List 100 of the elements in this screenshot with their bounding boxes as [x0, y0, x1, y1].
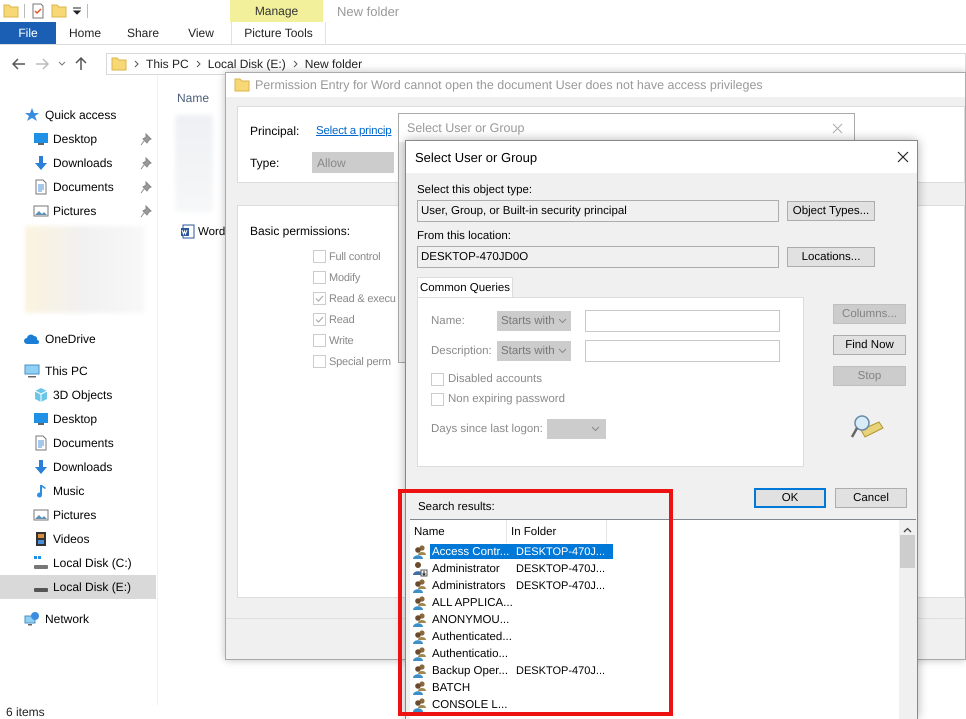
checkbox-label: Full control: [329, 250, 380, 263]
breadcrumb[interactable]: This PC: [146, 57, 189, 71]
result-row[interactable]: Administrator DESKTOP-470J...: [430, 561, 613, 576]
nav-item[interactable]: Pictures: [0, 503, 156, 527]
nav-item[interactable]: Downloads: [0, 455, 156, 479]
ribbon-tab[interactable]: Picture Tools: [231, 22, 326, 44]
picture-icon: [33, 507, 49, 523]
nav-item[interactable]: This PC: [0, 359, 156, 383]
nav-item[interactable]: Downloads: [0, 151, 156, 175]
table-cell-text: Backup Oper...: [431, 664, 510, 676]
ribbon-tab[interactable]: Home: [56, 22, 114, 44]
checkbox[interactable]: [313, 271, 326, 284]
object-types-button[interactable]: Object Types...: [787, 201, 875, 221]
ribbon-tab[interactable]: View: [172, 22, 230, 44]
column-header[interactable]: Name: [410, 520, 507, 543]
result-row[interactable]: Administrators DESKTOP-470J...: [430, 578, 613, 593]
nav-item[interactable]: 3D Objects: [0, 383, 156, 407]
folder-icon: [51, 3, 67, 19]
object-type-field[interactable]: User, Group, or Built-in security principal: [417, 200, 779, 222]
result-row[interactable]: BATCH: [430, 680, 613, 695]
field-label: Description:: [431, 345, 493, 357]
column-header[interactable]: Name: [177, 91, 210, 105]
status-text: 6 items: [5, 705, 46, 719]
people-icon: [412, 696, 428, 712]
down-arrow-icon: [33, 155, 49, 171]
checkbox[interactable]: [313, 355, 326, 368]
dropdown-caret-icon: [72, 6, 82, 16]
query-tab[interactable]: Common Queries: [417, 277, 513, 297]
checkbox-label: Modify: [329, 272, 360, 284]
locations-button[interactable]: Locations...: [787, 247, 875, 267]
checkbox[interactable]: [313, 292, 326, 306]
result-row[interactable]: ANONYMOU...: [430, 612, 613, 627]
back-arrow-icon: [12, 58, 26, 70]
drive-icon: [33, 555, 49, 571]
scroll-thumb[interactable]: [900, 535, 915, 568]
result-row[interactable]: ALL APPLICA...: [430, 595, 613, 610]
nav-item[interactable]: Videos: [0, 527, 156, 551]
people-icon: [412, 680, 428, 696]
folder-icon: [111, 56, 127, 72]
checkbox-label: Non expiring password: [448, 393, 565, 405]
word-document-icon: [180, 224, 195, 239]
side-button[interactable]: Find Now: [833, 335, 906, 355]
caret-icon: [590, 426, 600, 432]
people-icon: [412, 662, 428, 678]
nav-item[interactable]: Local Disk (C:): [0, 551, 156, 575]
network-icon: [24, 611, 40, 627]
up-arrow-icon: [75, 57, 87, 71]
result-row[interactable]: Backup Oper... DESKTOP-470J...: [430, 663, 613, 678]
table-cell-text: Administrator: [431, 562, 501, 574]
film-icon: [33, 531, 49, 547]
text-field[interactable]: [585, 340, 780, 362]
nav-item[interactable]: Documents: [0, 431, 156, 455]
nav-item[interactable]: Desktop: [0, 407, 156, 431]
principal-link[interactable]: Select a princip: [316, 124, 392, 137]
nav-item[interactable]: OneDrive: [0, 327, 156, 351]
document-icon: [33, 179, 49, 195]
chevron-right-icon: [134, 60, 139, 68]
checkbox-label: Read & execu: [329, 292, 396, 305]
cancel-button[interactable]: Cancel: [835, 488, 907, 508]
checkbox-label: Write: [329, 334, 354, 347]
scrollbar[interactable]: [899, 520, 916, 719]
ribbon-tab[interactable]: File: [0, 22, 56, 44]
breadcrumb[interactable]: New folder: [304, 57, 362, 71]
nav-item[interactable]: Desktop: [0, 127, 156, 151]
checkbox[interactable]: [313, 250, 326, 264]
ribbon-tab[interactable]: Share: [114, 22, 172, 44]
people-icon: [412, 628, 428, 644]
nav-item[interactable]: Local Disk (E:): [0, 575, 156, 599]
column-header[interactable]: In Folder: [507, 520, 607, 543]
checkbox[interactable]: [313, 334, 326, 348]
window-title: Select User or Group: [415, 150, 538, 164]
file-name[interactable]: Word: [198, 226, 226, 238]
checkbox[interactable]: [431, 392, 444, 406]
text-field[interactable]: [585, 310, 780, 332]
nav-item[interactable]: Music: [0, 479, 156, 503]
ok-button[interactable]: OK: [754, 488, 826, 508]
checkbox[interactable]: [313, 313, 326, 326]
section-label: Basic permissions:: [250, 224, 350, 238]
result-row[interactable]: Access Contr... DESKTOP-470J...: [430, 544, 613, 559]
result-row[interactable]: CONSOLE L...: [430, 697, 613, 712]
drive-icon: [34, 588, 48, 592]
down-arrow-icon: [33, 459, 49, 475]
window-title: Permission Entry for Word cannot open the document User does not have access privileges: [255, 78, 763, 92]
checkbox[interactable]: [431, 372, 444, 386]
table-cell-text: DESKTOP-470J...: [515, 562, 606, 574]
result-row[interactable]: Authenticated...: [430, 629, 613, 644]
nav-item[interactable]: Documents: [0, 175, 156, 199]
nav-item[interactable]: Network: [0, 607, 156, 631]
forward-arrow-icon: [35, 58, 49, 70]
breadcrumb[interactable]: Local Disk (E:): [208, 57, 286, 71]
caret-icon: [558, 348, 567, 354]
checkbox-label: Read: [329, 314, 354, 326]
people-icon: [412, 646, 428, 662]
nav-item[interactable]: Pictures: [0, 199, 156, 223]
location-field[interactable]: DESKTOP-470JD0O: [417, 246, 779, 268]
result-row[interactable]: Authenticatio...: [430, 646, 613, 661]
table-cell-text: ALL APPLICA...: [431, 596, 514, 608]
days-dropdown[interactable]: [546, 419, 606, 439]
chevron-right-icon: [292, 60, 298, 68]
nav-item[interactable]: Quick access: [0, 103, 156, 127]
